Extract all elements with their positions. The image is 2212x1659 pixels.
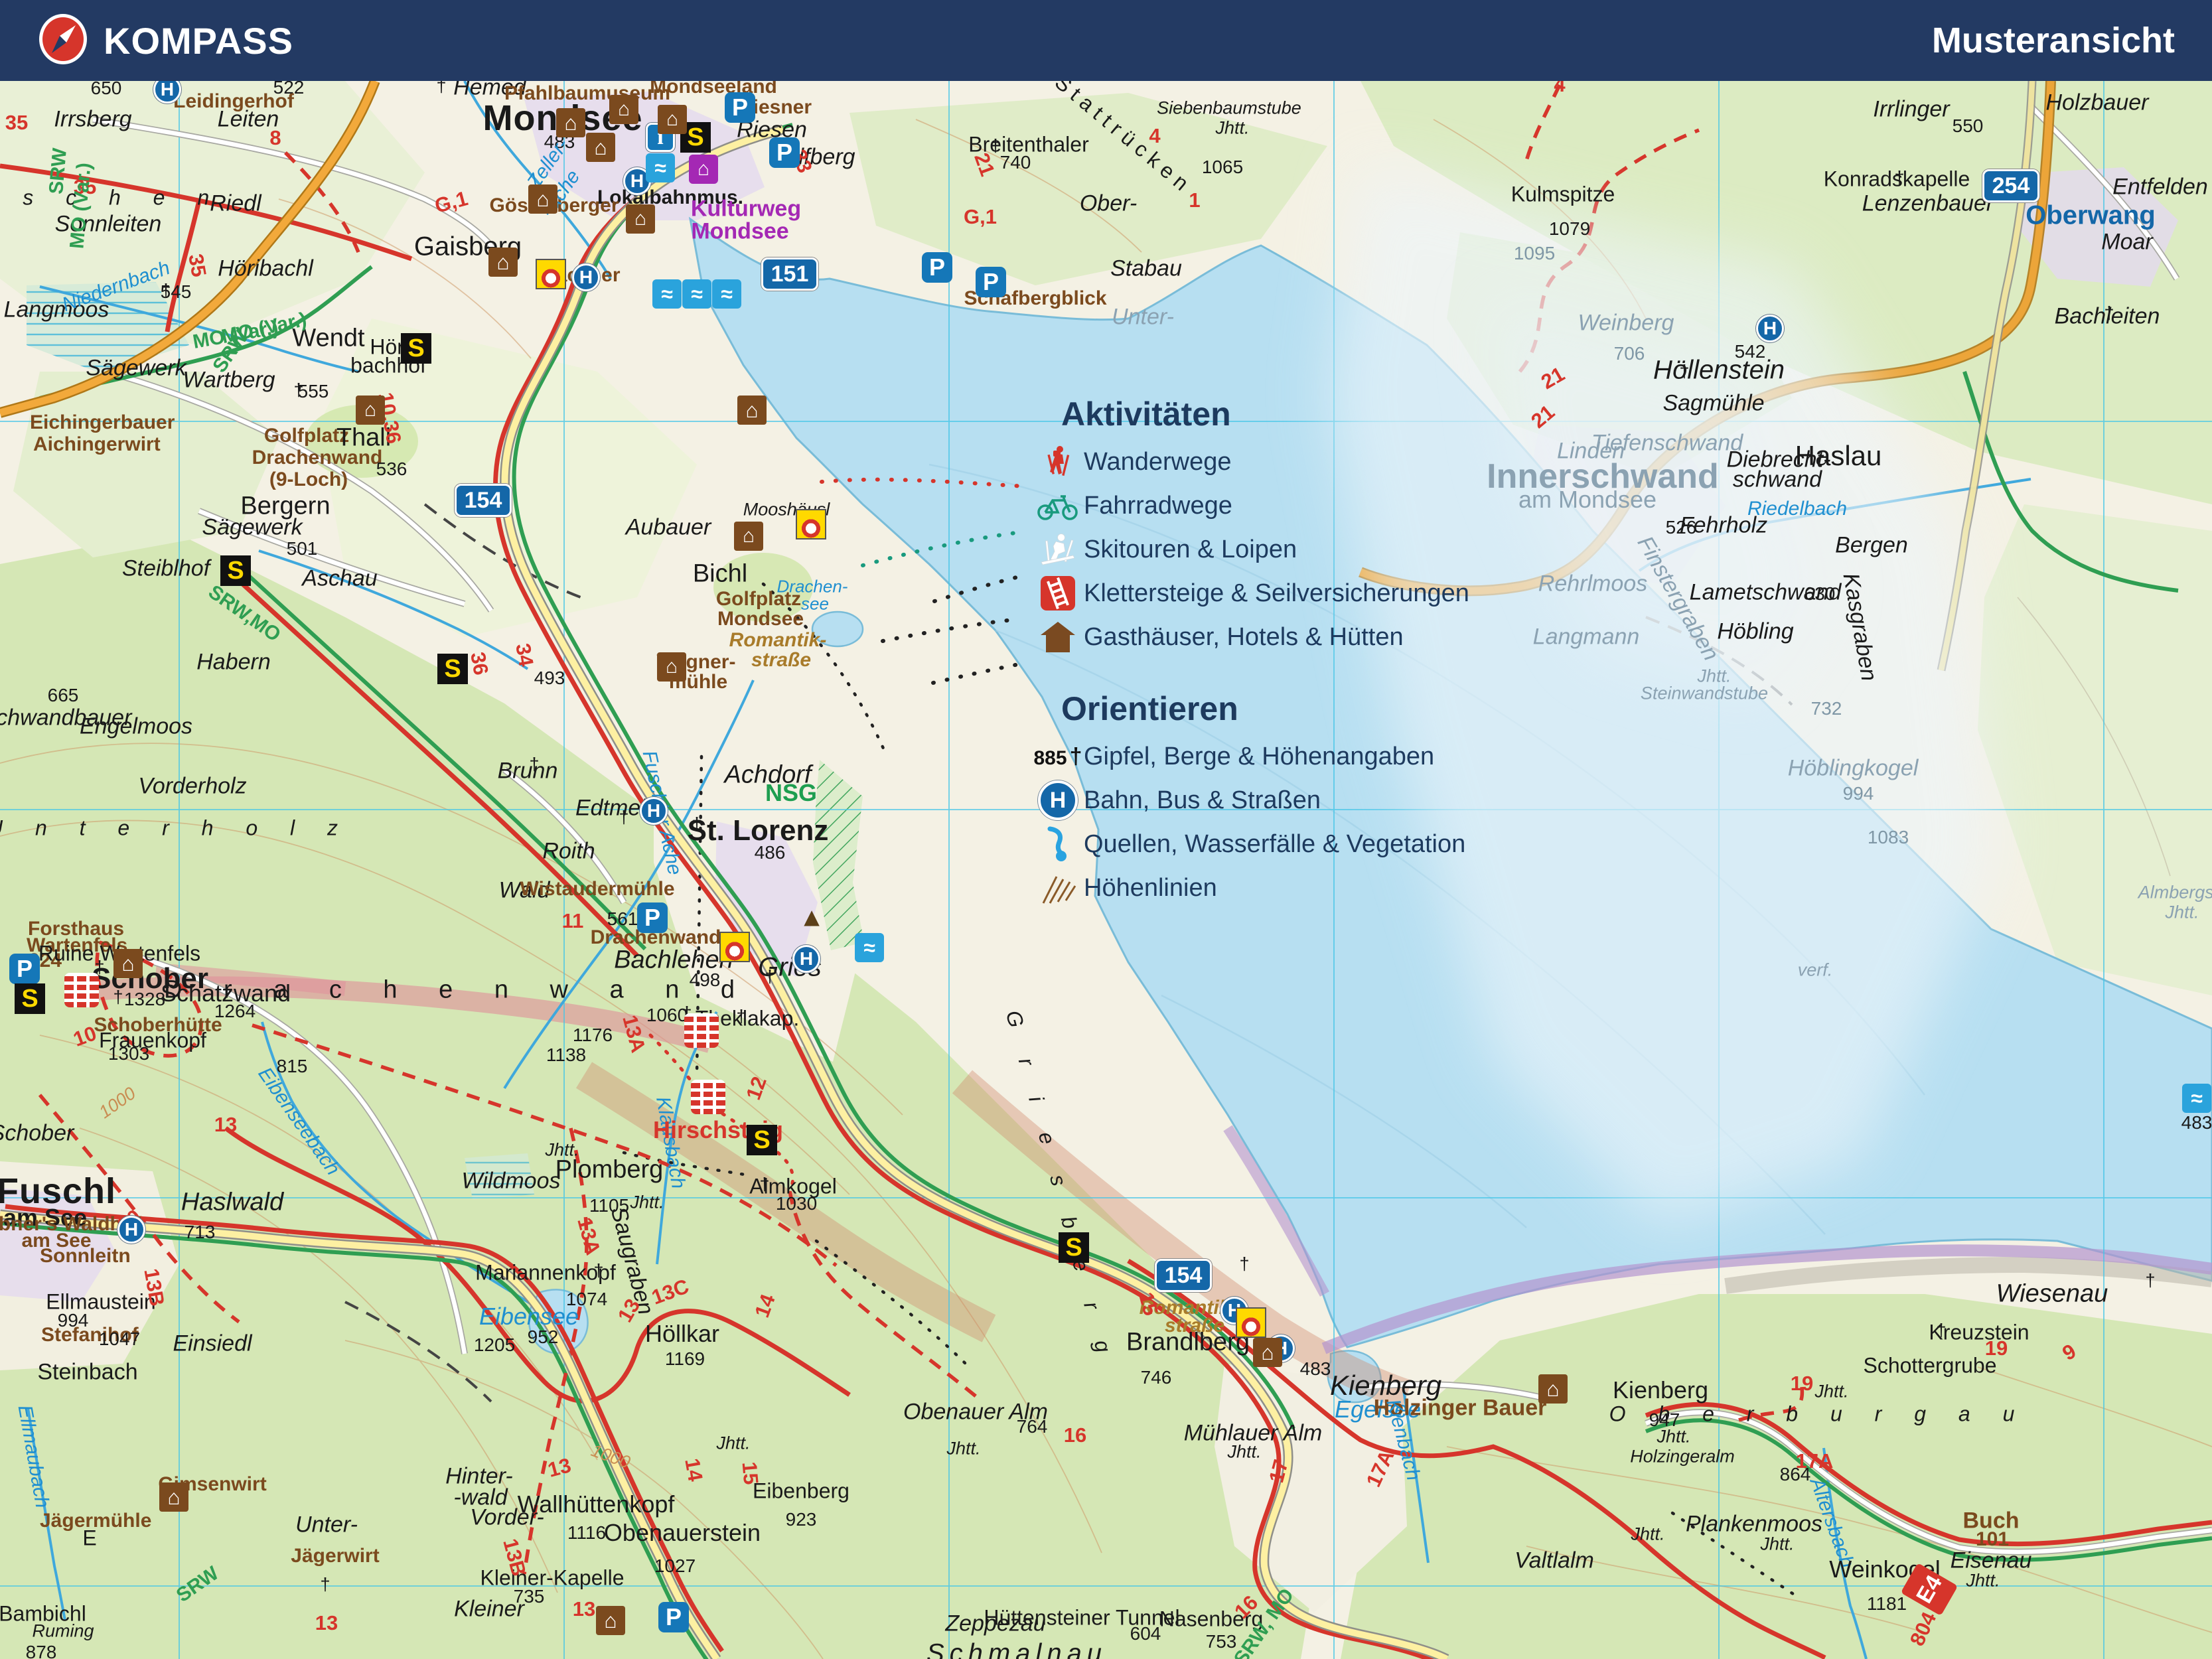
legend-item-label: Skitouren & Loipen: [1084, 535, 1297, 563]
legend-item-gipfel: 885 † Gipfel, Berge & Höhenangaben: [1032, 735, 1469, 778]
legend-item-wanderwege: Wanderwege: [1032, 440, 1469, 484]
legend-item-fahrradwege: Fahrradwege: [1032, 484, 1469, 528]
legend-item-gasthaeuser: Gasthäuser, Hotels & Hütten: [1032, 615, 1469, 659]
map-legend: Aktivitäten Wanderwege Fahrradwege Skito…: [1032, 395, 1469, 910]
legend-item-label: Klettersteige & Seilversicherungen: [1084, 579, 1469, 607]
legend-item-label: Fahrradwege: [1084, 491, 1232, 520]
brand-name: KOMPASS: [104, 19, 293, 62]
hiker-icon: [1032, 444, 1084, 480]
legend-item-label: Quellen, Wasserfälle & Vegetation: [1084, 830, 1466, 858]
legend-item-bahn: H Bahn, Bus & Straßen: [1032, 778, 1469, 822]
ski-icon: [1032, 532, 1084, 567]
bicycle-icon: [1032, 490, 1084, 522]
kompass-logo-icon: [37, 13, 89, 68]
header-bar: KOMPASS Musteransicht: [0, 0, 2212, 81]
legend-item-hoehenlinien: Höhenlinien: [1032, 866, 1469, 910]
legend-item-klettersteige: Klettersteige & Seilversicherungen: [1032, 571, 1469, 615]
legend-activities-title: Aktivitäten: [1061, 396, 1231, 433]
legend-item-label: Gasthäuser, Hotels & Hütten: [1084, 622, 1404, 651]
legend-item-label: Höhenlinien: [1084, 873, 1217, 902]
brand: KOMPASS: [37, 13, 293, 68]
hut-icon: [1032, 620, 1084, 654]
legend-item-label: Gipfel, Berge & Höhenangaben: [1084, 742, 1435, 770]
summit-icon: 885 †: [1033, 743, 1082, 769]
ladder-icon: [1032, 576, 1084, 611]
legend-item-quellen: Quellen, Wasserfälle & Vegetation: [1032, 822, 1469, 866]
kompass-map-sample: Mondsee 483 St. Lorenz 486 Schober 1328 † Fusc…: [0, 0, 2212, 1659]
bus-icon: H: [1032, 780, 1084, 820]
legend-orient-title: Orientieren: [1061, 690, 1238, 727]
spring-icon: [1032, 826, 1084, 862]
page-title: Musteransicht: [1931, 21, 2175, 60]
legend-item-label: Wanderwege: [1084, 447, 1232, 476]
contour-icon: [1032, 871, 1084, 904]
legend-item-skitouren: Skitouren & Loipen: [1032, 528, 1469, 571]
legend-item-label: Bahn, Bus & Straßen: [1084, 786, 1321, 814]
